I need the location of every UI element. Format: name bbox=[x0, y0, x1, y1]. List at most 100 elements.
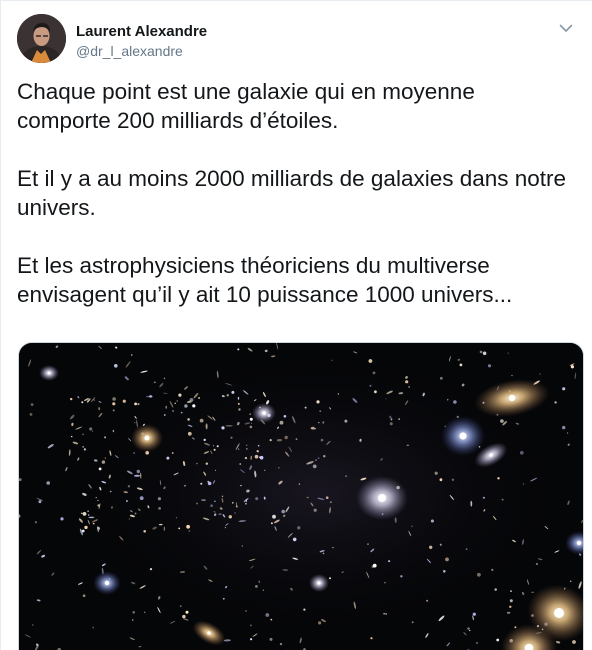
galaxy-point bbox=[171, 452, 174, 454]
galaxy-core bbox=[317, 581, 321, 585]
galaxy-point bbox=[255, 497, 259, 501]
galaxy-core bbox=[47, 371, 51, 375]
galaxy-point bbox=[221, 426, 225, 430]
galaxy-point bbox=[522, 483, 525, 485]
galaxy-point bbox=[97, 499, 99, 502]
tweet-text: Chaque point est une galaxie qui en moye… bbox=[17, 77, 577, 338]
galaxy-point bbox=[411, 621, 414, 624]
chevron-down-icon bbox=[559, 24, 573, 32]
galaxy-point bbox=[178, 527, 181, 530]
galaxy-point bbox=[408, 386, 410, 388]
galaxy-point bbox=[137, 402, 140, 406]
galaxy-point bbox=[184, 404, 188, 408]
galaxy-point bbox=[186, 524, 191, 529]
galaxy-point bbox=[189, 398, 194, 402]
galaxy-point bbox=[317, 457, 320, 459]
galaxy-point bbox=[136, 469, 140, 474]
galaxy-point bbox=[82, 512, 87, 516]
galaxy-point bbox=[482, 496, 485, 499]
galaxy-point bbox=[34, 521, 37, 524]
galaxy-point bbox=[283, 415, 287, 418]
tweet-menu-button[interactable] bbox=[555, 17, 577, 39]
galaxy-core bbox=[576, 540, 582, 546]
galaxy-point bbox=[175, 517, 177, 519]
galaxy-point bbox=[298, 483, 301, 485]
galaxy-point bbox=[297, 526, 301, 530]
galaxy-point bbox=[389, 422, 393, 426]
galaxy-core bbox=[554, 608, 564, 618]
galaxy-point bbox=[163, 414, 166, 416]
galaxy-point bbox=[245, 502, 247, 505]
galaxy-point bbox=[539, 373, 541, 375]
tweet-media-image[interactable] bbox=[18, 342, 584, 650]
galaxy-point bbox=[451, 478, 455, 481]
galaxy-point bbox=[249, 425, 253, 429]
galaxy-point bbox=[405, 380, 409, 384]
galaxy-point bbox=[279, 420, 284, 425]
tweet-paragraph: Et les astrophysiciens théoriciens du mu… bbox=[17, 253, 513, 307]
galaxy-point bbox=[371, 565, 375, 569]
author-name[interactable]: Laurent Alexandre bbox=[76, 23, 207, 40]
galaxy-point bbox=[144, 611, 146, 613]
galaxy-point bbox=[224, 527, 226, 529]
galaxy-point bbox=[30, 403, 34, 406]
galaxy-point bbox=[89, 427, 93, 431]
tweet-header: Laurent Alexandre @dr_l_alexandre bbox=[17, 14, 577, 66]
galaxy-point bbox=[234, 512, 236, 514]
galaxy-point bbox=[131, 354, 133, 356]
avatar[interactable] bbox=[17, 14, 66, 63]
galaxy-point bbox=[284, 435, 288, 440]
galaxy-point bbox=[398, 418, 401, 420]
galaxy-point bbox=[163, 377, 166, 380]
galaxy-point bbox=[329, 577, 331, 580]
galaxy-point bbox=[182, 614, 186, 619]
author-handle[interactable]: @dr_l_alexandre bbox=[76, 43, 183, 59]
avatar-image bbox=[17, 14, 66, 63]
galaxy-point bbox=[453, 400, 457, 404]
galaxy-point bbox=[239, 463, 241, 465]
galaxy-core bbox=[262, 411, 266, 415]
galaxy-point bbox=[439, 376, 443, 380]
galaxy-point bbox=[507, 352, 509, 354]
galaxy-point bbox=[178, 393, 182, 397]
galaxy-point bbox=[278, 467, 280, 469]
galaxy-point bbox=[472, 612, 476, 616]
tweet-paragraph: Chaque point est une galaxie qui en moye… bbox=[17, 79, 475, 133]
galaxy-point bbox=[216, 445, 219, 448]
galaxy-point bbox=[250, 638, 253, 641]
galaxy-point bbox=[149, 568, 153, 571]
galaxy-point bbox=[467, 627, 470, 630]
galaxy-point bbox=[101, 460, 106, 464]
galaxy-point bbox=[95, 496, 97, 499]
galaxy-point bbox=[81, 401, 84, 404]
galaxy-point bbox=[244, 456, 248, 460]
galaxy-point bbox=[272, 514, 276, 519]
galaxy-point bbox=[295, 438, 298, 441]
galaxy-point bbox=[46, 481, 50, 485]
galaxy-point bbox=[237, 402, 240, 405]
galaxy-point bbox=[496, 638, 500, 642]
galaxy-point bbox=[245, 610, 247, 612]
galaxy-point bbox=[313, 508, 317, 512]
galaxy-point bbox=[240, 484, 242, 487]
galaxy-point bbox=[249, 413, 252, 415]
galaxy-point bbox=[465, 548, 468, 551]
galaxy-point bbox=[322, 552, 325, 555]
galaxy-point bbox=[71, 435, 73, 438]
galaxy-point bbox=[269, 637, 273, 641]
galaxy-point bbox=[476, 642, 478, 644]
galaxy-point bbox=[139, 496, 144, 501]
galaxy-point bbox=[198, 397, 201, 399]
galaxy-point bbox=[374, 390, 377, 394]
galaxy-point bbox=[520, 451, 524, 455]
galaxy-point bbox=[132, 611, 135, 614]
galaxy-point bbox=[254, 454, 259, 459]
galaxy-point bbox=[279, 642, 283, 646]
galaxy-streak bbox=[188, 530, 191, 532]
galaxy-point bbox=[32, 624, 34, 626]
galaxy-point bbox=[134, 402, 137, 406]
galaxy-point bbox=[411, 525, 413, 527]
galaxy-point bbox=[429, 545, 433, 549]
galaxy-point bbox=[491, 568, 494, 571]
galaxy-point bbox=[447, 399, 449, 401]
